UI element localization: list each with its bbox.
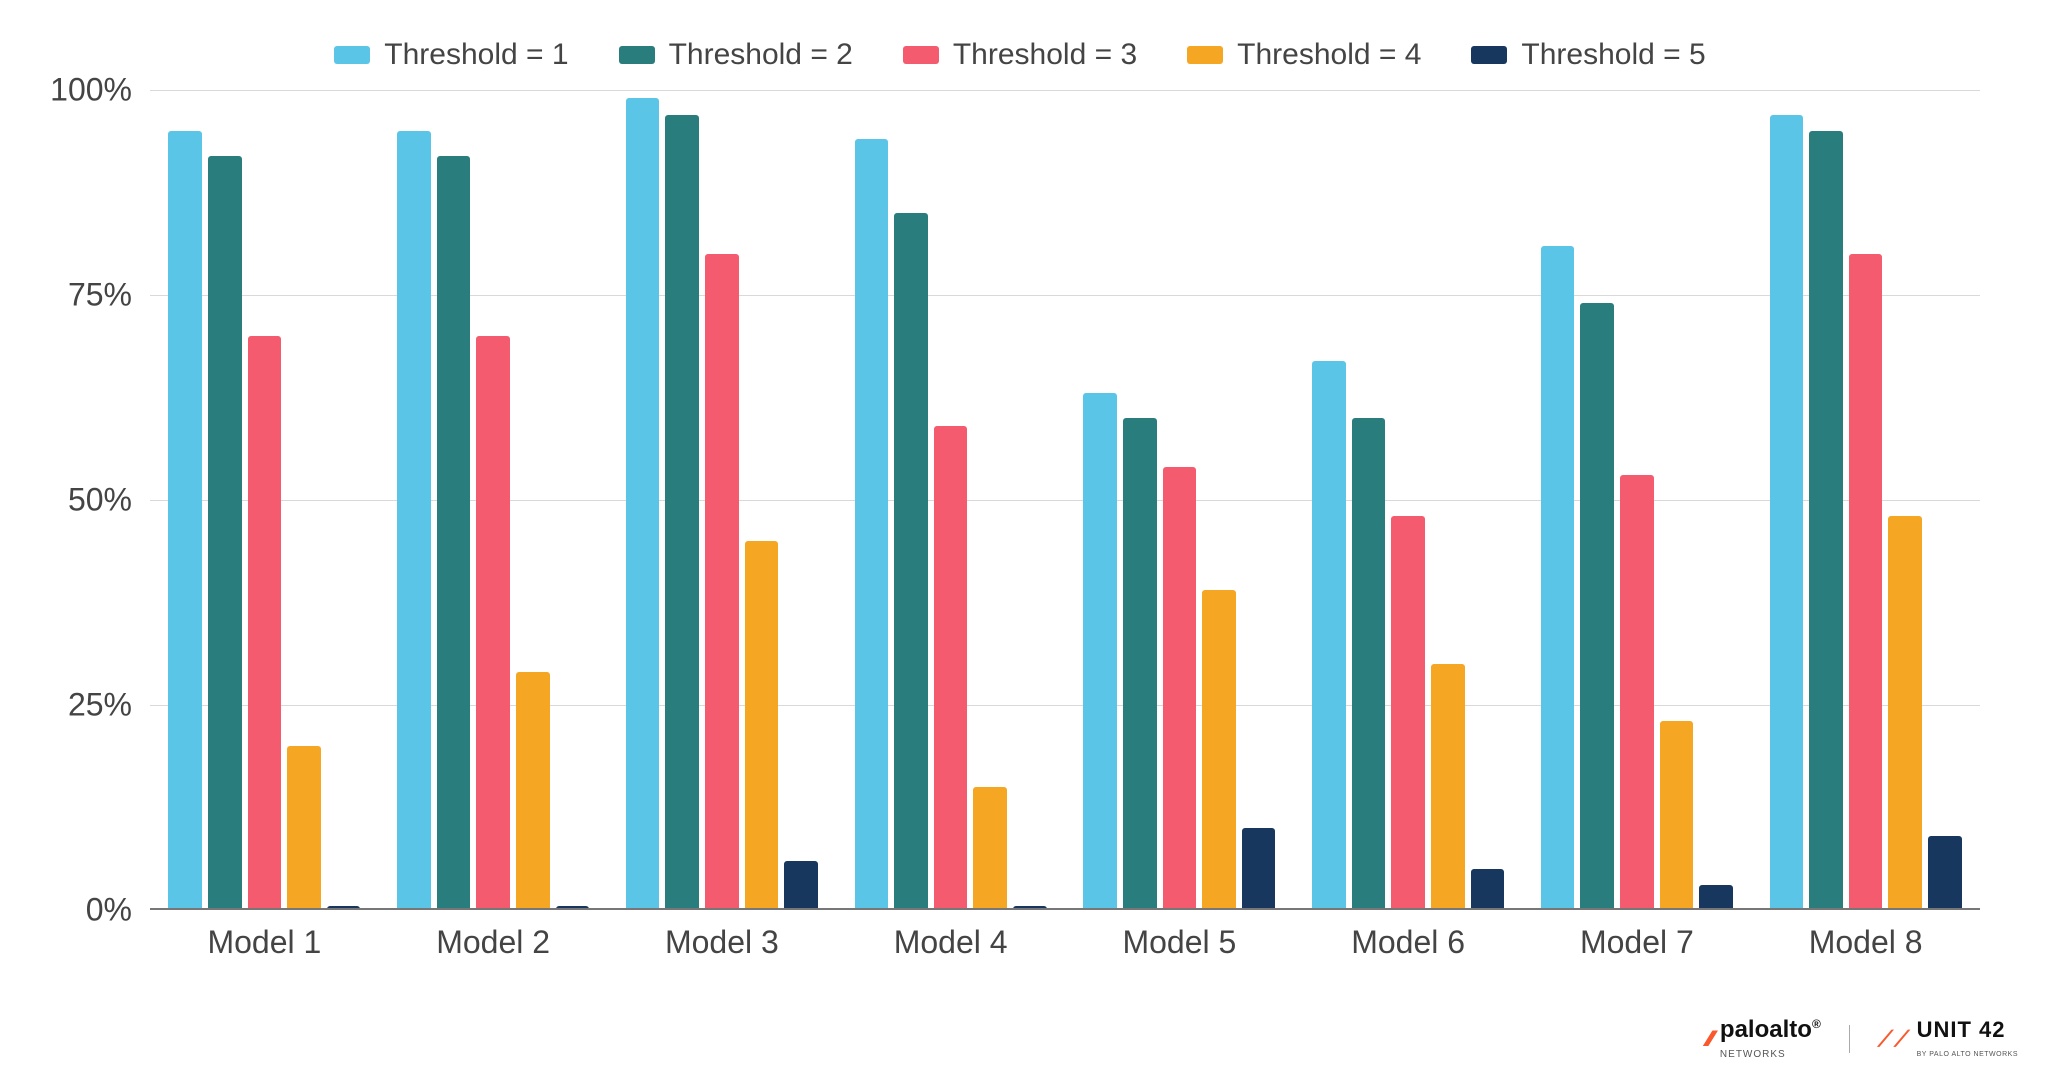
y-tick-label: 0% [86, 892, 150, 929]
bar-group [150, 90, 379, 910]
bar [973, 787, 1007, 910]
brand1-text: paloalto [1720, 1016, 1812, 1043]
brand1-sub: NETWORKS [1720, 1049, 1786, 1060]
bar [1770, 115, 1804, 910]
bar [1660, 721, 1694, 910]
bar [437, 156, 471, 910]
bar-group [1065, 90, 1294, 910]
bar [1541, 246, 1575, 910]
legend-swatch [903, 46, 939, 64]
unit42-mark-icon: ⟋⟋ [1878, 1028, 1911, 1050]
x-tick-label: Model 3 [608, 918, 837, 961]
x-tick-label: Model 7 [1523, 918, 1752, 961]
bar [1242, 828, 1276, 910]
y-tick-label: 100% [50, 72, 150, 109]
bar [1888, 516, 1922, 910]
unit42-logo: ⟋⟋ UNIT 42 BY PALO ALTO NETWORKS [1878, 1019, 2018, 1059]
trademark-symbol: ® [1812, 1017, 1821, 1031]
bars [1541, 90, 1733, 910]
legend-item: Threshold = 4 [1187, 38, 1421, 72]
bar [705, 254, 739, 910]
legend-swatch [334, 46, 370, 64]
bar [1202, 590, 1236, 910]
bar [1928, 836, 1962, 910]
legend-label: Threshold = 5 [1521, 38, 1705, 72]
bar [1083, 393, 1117, 910]
bar [1620, 475, 1654, 910]
bar [855, 139, 889, 910]
bars [1312, 90, 1504, 910]
bar-groups [150, 90, 1980, 910]
x-tick-label: Model 8 [1751, 918, 1980, 961]
bar [626, 98, 660, 910]
bar [745, 541, 779, 910]
bar [516, 672, 550, 910]
bar-group [1294, 90, 1523, 910]
bar-group [608, 90, 837, 910]
footer-branding: ⁄⁄⁄ paloalto® NETWORKS ⟋⟋ UNIT 42 BY PAL… [1707, 1018, 2018, 1060]
bar [894, 213, 928, 910]
bars [855, 90, 1047, 910]
bar [1352, 418, 1386, 910]
legend-item: Threshold = 5 [1471, 38, 1705, 72]
legend-label: Threshold = 2 [669, 38, 853, 72]
bar [1391, 516, 1425, 910]
legend-swatch [619, 46, 655, 64]
x-tick-label: Model 6 [1294, 918, 1523, 961]
bar [476, 336, 510, 910]
legend-label: Threshold = 4 [1237, 38, 1421, 72]
x-axis-line [150, 908, 1980, 910]
bars [626, 90, 818, 910]
legend-item: Threshold = 1 [334, 38, 568, 72]
legend: Threshold = 1 Threshold = 2 Threshold = 3 T… [40, 20, 2000, 90]
paloalto-logo: ⁄⁄⁄ paloalto® NETWORKS [1707, 1018, 1821, 1060]
bar [397, 131, 431, 910]
x-axis-labels: Model 1Model 2Model 3Model 4Model 5Model… [150, 918, 1980, 961]
legend-item: Threshold = 3 [903, 38, 1137, 72]
bar [168, 131, 202, 910]
y-tick-label: 50% [68, 482, 150, 519]
bar [1471, 869, 1505, 910]
legend-swatch [1471, 46, 1507, 64]
bar [784, 861, 818, 910]
bar [1431, 664, 1465, 910]
bar [1809, 131, 1843, 910]
bar [1699, 885, 1733, 910]
chart-container: Threshold = 1 Threshold = 2 Threshold = 3 T… [40, 20, 2000, 1010]
x-tick-label: Model 1 [150, 918, 379, 961]
legend-swatch [1187, 46, 1223, 64]
bar-group [1523, 90, 1752, 910]
bars [1083, 90, 1275, 910]
legend-label: Threshold = 1 [384, 38, 568, 72]
bar [287, 746, 321, 910]
y-tick-label: 75% [68, 277, 150, 314]
y-tick-label: 25% [68, 687, 150, 724]
bar [1123, 418, 1157, 910]
x-tick-label: Model 2 [379, 918, 608, 961]
divider [1849, 1025, 1850, 1053]
x-tick-label: Model 4 [836, 918, 1065, 961]
bar [208, 156, 242, 910]
bar [1163, 467, 1197, 910]
brand2-text: UNIT 42 [1917, 1017, 2006, 1042]
plot-area: 0%25%50%75%100% [150, 90, 1980, 910]
bar [665, 115, 699, 910]
bar [1312, 361, 1346, 910]
legend-label: Threshold = 3 [953, 38, 1137, 72]
bars [397, 90, 589, 910]
x-tick-label: Model 5 [1065, 918, 1294, 961]
bar [934, 426, 968, 910]
bar [1849, 254, 1883, 910]
bar-group [379, 90, 608, 910]
bars [168, 90, 360, 910]
bar [248, 336, 282, 910]
paloalto-mark-icon: ⁄⁄⁄ [1707, 1028, 1712, 1050]
bar-group [1751, 90, 1980, 910]
legend-item: Threshold = 2 [619, 38, 853, 72]
bar-group [836, 90, 1065, 910]
bar [1580, 303, 1614, 910]
bars [1770, 90, 1962, 910]
brand2-sub: BY PALO ALTO NETWORKS [1917, 1051, 2018, 1058]
